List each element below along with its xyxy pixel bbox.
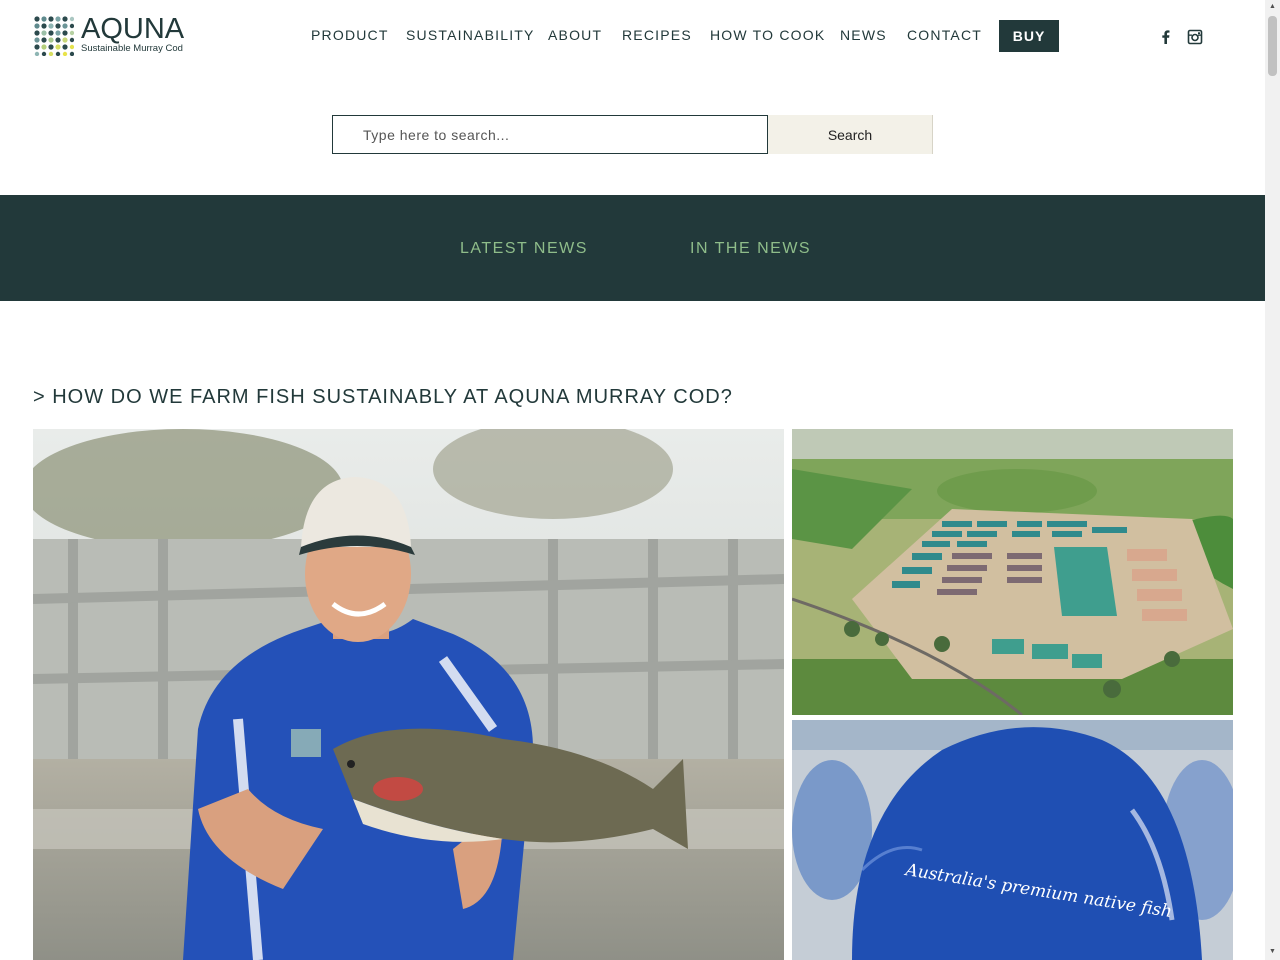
nav-item-sustainability[interactable]: SUSTAINABILITY: [406, 27, 535, 43]
nav-item-recipes[interactable]: RECIPES: [622, 27, 692, 43]
main-nav: PRODUCT SUSTAINABILITY ABOUT RECIPES HOW…: [0, 27, 1265, 45]
scroll-down-arrow-icon[interactable]: ▼: [1268, 948, 1277, 956]
aerial-fish-farm-photo[interactable]: [792, 429, 1233, 715]
facebook-icon[interactable]: [1158, 29, 1174, 45]
article-heading[interactable]: > HOW DO WE FARM FISH SUSTAINABLY AT AQU…: [33, 386, 733, 409]
nav-item-product[interactable]: PRODUCT: [311, 27, 389, 43]
buy-button[interactable]: BUY: [999, 20, 1059, 52]
nav-item-news[interactable]: NEWS: [840, 27, 887, 43]
nav-item-about[interactable]: ABOUT: [548, 27, 602, 43]
staff-jacket-photo[interactable]: Australia's premium native fish: [792, 720, 1233, 960]
scroll-up-arrow-icon[interactable]: ▲: [1268, 3, 1277, 11]
tab-in-the-news[interactable]: IN THE NEWS: [690, 240, 811, 258]
nav-item-how-to-cook[interactable]: HOW TO COOK: [710, 27, 825, 43]
page-scrollbar[interactable]: [1265, 0, 1280, 960]
news-tabs-bar: LATEST NEWS IN THE NEWS: [0, 195, 1265, 301]
search-button[interactable]: Search: [768, 115, 933, 154]
tab-latest-news[interactable]: LATEST NEWS: [460, 240, 588, 258]
search-input[interactable]: [332, 115, 768, 154]
page-scrollbar-thumb[interactable]: [1268, 16, 1277, 76]
instagram-icon[interactable]: [1187, 29, 1203, 45]
nav-item-contact[interactable]: CONTACT: [907, 27, 982, 43]
farmer-holding-murray-cod-photo[interactable]: [33, 429, 784, 960]
